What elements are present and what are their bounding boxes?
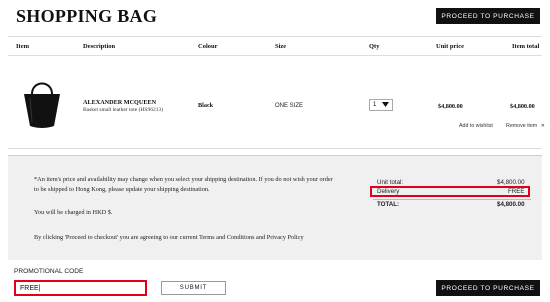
unit-total-value: $4,800.00 [497,179,525,186]
column-header-description: Description [83,43,116,50]
product-brand[interactable]: ALEXANDER MCQUEEN [83,99,156,106]
product-colour: Black [198,102,214,109]
delivery-value: FREE [508,188,525,195]
add-to-wishlist-link[interactable]: Add to wishlist [459,123,493,129]
divider [8,148,542,149]
submit-promo-button[interactable]: SUBMIT [161,281,226,295]
divider [8,36,542,37]
chevron-down-icon [382,101,389,109]
proceed-to-purchase-button-bottom[interactable]: PROCEED TO PURCHASE [436,280,540,296]
unit-total-label: Unit total: [377,179,404,186]
column-header-qty: Qty [369,43,380,50]
promo-code-label: PROMOTIONAL CODE [14,268,84,275]
item-total: $4,800.00 [510,103,535,110]
handbag-image-icon[interactable] [20,76,64,130]
remove-item-link[interactable]: Remove item ✕ [506,123,545,129]
column-header-unit-price: Unit price [436,43,464,50]
column-header-size: Size [275,43,287,50]
column-header-colour: Colour [198,43,218,50]
promo-code-input[interactable]: FREE| [14,280,147,296]
price-notice-line2: to be shipped to Hong Kong, please updat… [34,186,210,193]
quantity-select[interactable]: 1 [369,99,393,111]
price-notice-line1: *An item's price and availability may ch… [34,176,333,183]
page-title: SHOPPING BAG [16,6,158,26]
summary-divider [373,199,531,200]
unit-price: $4,800.00 [438,103,463,110]
order-info-panel [8,155,542,260]
column-header-item: Item [16,43,29,50]
product-description: Basket small leather tote (HS96213) [83,107,164,113]
proceed-to-purchase-button-top[interactable]: PROCEED TO PURCHASE [436,8,540,24]
currency-notice: You will be charged in HKD $. [34,209,113,216]
remove-item-label: Remove item [506,123,538,129]
delivery-label: Delivery [377,188,400,195]
terms-notice: By clicking 'Proceed to checkout' you ar… [34,234,304,241]
total-value: $4,800.00 [497,201,525,208]
divider [8,55,542,56]
product-size: ONE SIZE [275,103,304,109]
close-icon: ✕ [540,123,545,129]
quantity-value: 1 [373,102,377,108]
total-label: TOTAL: [377,201,400,208]
column-header-item-total: Item total [512,43,540,50]
